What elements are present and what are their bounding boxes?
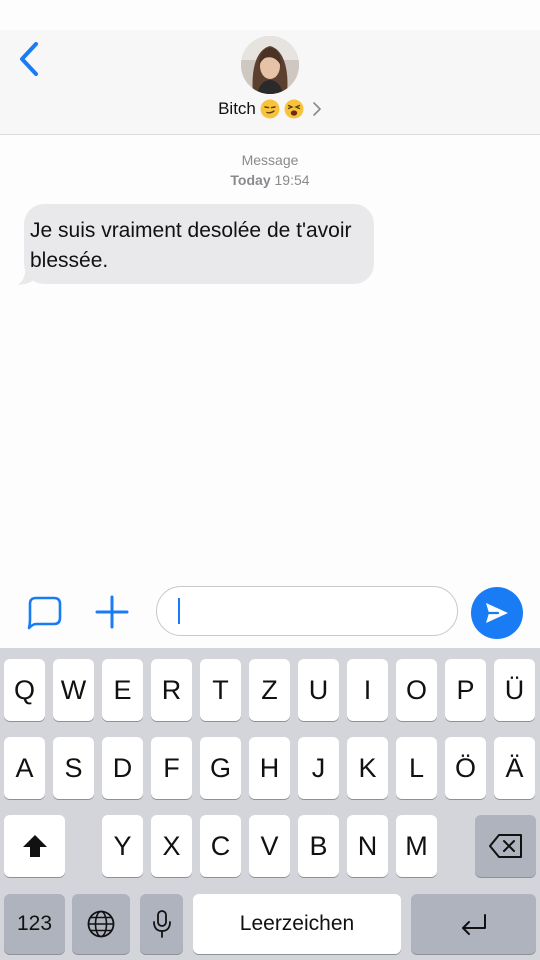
send-arrow-icon (486, 603, 508, 623)
plus-icon (95, 595, 129, 629)
return-key[interactable] (411, 894, 536, 954)
key-a-umlaut[interactable]: Ä (494, 737, 535, 799)
shift-arrow-icon (22, 835, 47, 857)
key-u[interactable]: U (298, 659, 339, 721)
app-store-bubble-icon (27, 596, 62, 630)
key-a[interactable]: A (4, 737, 45, 799)
thread-timestamp: Message Today 19:54 (0, 150, 540, 190)
messages-screen: Bitch Message Today 19:54 Je suis vraime… (0, 0, 540, 960)
globe-key[interactable] (72, 894, 130, 954)
microphone-icon (152, 910, 171, 938)
date-time-label: Today 19:54 (0, 170, 540, 190)
key-i[interactable]: I (347, 659, 388, 721)
text-cursor (178, 598, 180, 624)
key-j[interactable]: J (298, 737, 339, 799)
message-input[interactable] (156, 586, 458, 636)
dictation-key[interactable] (140, 894, 183, 954)
key-u-umlaut[interactable]: Ü (494, 659, 535, 721)
avatar-photo-icon (241, 36, 299, 94)
backspace-icon (488, 834, 522, 858)
contact-name-row[interactable]: Bitch (0, 96, 540, 122)
key-l[interactable]: L (396, 737, 437, 799)
key-y[interactable]: Y (102, 815, 143, 877)
key-b[interactable]: B (298, 815, 339, 877)
key-e[interactable]: E (102, 659, 143, 721)
key-h[interactable]: H (249, 737, 290, 799)
key-z[interactable]: Z (249, 659, 290, 721)
key-m[interactable]: M (396, 815, 437, 877)
space-key[interactable]: Leerzeichen (193, 894, 401, 954)
date-label: Today (230, 172, 271, 188)
chevron-right-icon (313, 102, 321, 116)
time-label: 19:54 (274, 172, 310, 188)
service-label: Message (241, 152, 299, 168)
key-c[interactable]: C (200, 815, 241, 877)
key-n[interactable]: N (347, 815, 388, 877)
key-g[interactable]: G (200, 737, 241, 799)
composer-bar (0, 582, 540, 646)
app-drawer-button[interactable] (20, 590, 68, 634)
globe-icon (87, 910, 115, 938)
contact-avatar[interactable] (241, 36, 299, 94)
key-x[interactable]: X (151, 815, 192, 877)
shift-key[interactable] (4, 815, 65, 877)
add-attachment-button[interactable] (90, 590, 134, 634)
send-button[interactable] (471, 587, 523, 639)
incoming-message-bubble[interactable]: Je suis vraiment desolée de t'avoir bles… (24, 204, 374, 284)
keyboard: Q W E R T Z U I O P Ü A S D F G H J K L … (0, 648, 540, 960)
key-v[interactable]: V (249, 815, 290, 877)
key-r[interactable]: R (151, 659, 192, 721)
chevron-left-icon (20, 42, 38, 76)
key-w[interactable]: W (53, 659, 94, 721)
numbers-key[interactable]: 123 (4, 894, 65, 954)
smirk-face-emoji-icon (260, 99, 280, 119)
key-s[interactable]: S (53, 737, 94, 799)
key-f[interactable]: F (151, 737, 192, 799)
key-k[interactable]: K (347, 737, 388, 799)
tired-face-emoji-icon (284, 99, 304, 119)
backspace-key[interactable] (475, 815, 536, 877)
return-arrow-icon (461, 914, 486, 935)
key-o[interactable]: O (396, 659, 437, 721)
key-t[interactable]: T (200, 659, 241, 721)
contact-name: Bitch (218, 99, 256, 118)
key-q[interactable]: Q (4, 659, 45, 721)
back-button[interactable] (12, 40, 46, 78)
key-o-umlaut[interactable]: Ö (445, 737, 486, 799)
key-p[interactable]: P (445, 659, 486, 721)
key-d[interactable]: D (102, 737, 143, 799)
conversation-header: Bitch (0, 30, 540, 135)
